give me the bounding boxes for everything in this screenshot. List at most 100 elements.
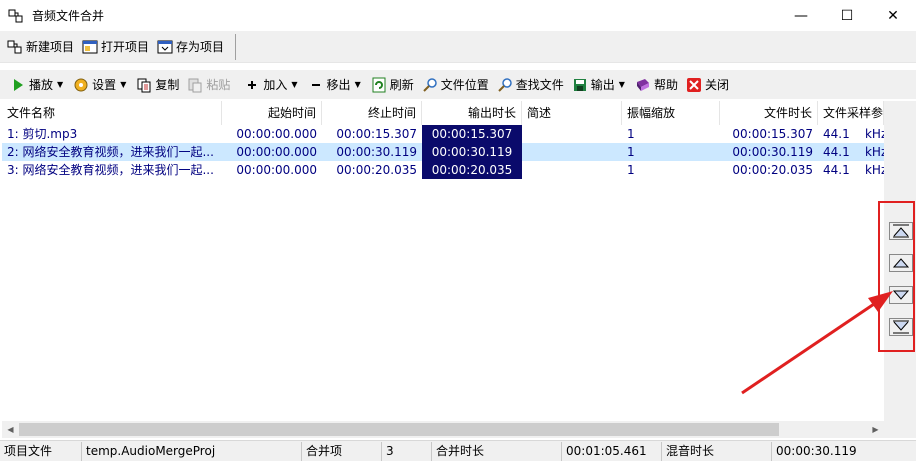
remove-dropdown-icon[interactable]: ▼ <box>355 80 361 89</box>
header-file-name[interactable]: 文件名称 <box>2 101 222 125</box>
header-start-time[interactable]: 起始时间 <box>222 101 322 125</box>
output-dropdown-icon[interactable]: ▼ <box>619 80 625 89</box>
status-project-file-label: 项目文件 <box>0 441 82 461</box>
cell-output-duration: 00:00:20.035 <box>422 161 522 179</box>
cell-start-time: 00:00:00.000 <box>236 145 317 159</box>
minus-icon <box>308 77 324 93</box>
play-button[interactable]: 播放 ▼ <box>6 73 69 97</box>
table-row[interactable]: 3: 网络安全教育视频，进来我们一起... 00:00:00.000 00:00… <box>2 161 884 179</box>
help-label: 帮助 <box>653 78 678 92</box>
find-file-button[interactable]: 查找文件 <box>493 73 568 97</box>
horizontal-scrollbar[interactable]: ◀ ▶ <box>2 421 884 438</box>
status-mix-duration-label: 混音时长 <box>662 441 772 461</box>
header-amplitude[interactable]: 振幅缩放 <box>622 101 720 125</box>
cell-description <box>522 143 622 161</box>
sample-rate-value: 44.1 <box>823 127 850 141</box>
sample-rate-unit: kHz <box>864 145 884 159</box>
help-button[interactable]: 帮助 <box>631 73 682 97</box>
header-description[interactable]: 简述 <box>522 101 622 125</box>
find-file-icon <box>497 77 513 93</box>
copy-label: 复制 <box>155 78 180 92</box>
cell-sample-rate: 44.1 kHz <box>818 143 884 161</box>
table-row[interactable]: 2: 网络安全教育视频，进来我们一起... 00:00:00.000 00:00… <box>2 143 884 161</box>
settings-icon <box>73 77 89 93</box>
main-toolbar: 播放 ▼ 设置 ▼ 复制 粘贴 加入 ▼ 移出 ▼ 刷新 文件位置 查找文件 输… <box>0 70 916 99</box>
file-location-label: 文件位置 <box>440 78 489 92</box>
file-location-button[interactable]: 文件位置 <box>418 73 493 97</box>
cell-output-duration: 00:00:30.119 <box>422 143 522 161</box>
cell-end-time: 00:00:30.119 <box>336 145 417 159</box>
settings-dropdown-icon[interactable]: ▼ <box>120 80 126 89</box>
refresh-icon <box>371 77 387 93</box>
paste-label: 粘贴 <box>206 78 231 92</box>
new-project-button[interactable]: 新建项目 <box>4 35 77 59</box>
add-dropdown-icon[interactable]: ▼ <box>291 80 297 89</box>
scrollbar-thumb[interactable] <box>19 423 779 436</box>
output-label: 输出 <box>590 78 615 92</box>
status-merge-duration-label: 合并时长 <box>432 441 562 461</box>
cell-file-name: 2: 网络安全教育视频，进来我们一起... <box>7 145 214 159</box>
add-button[interactable]: 加入 ▼ <box>240 73 303 97</box>
save-project-button[interactable]: 存为项目 <box>154 35 227 59</box>
header-end-time[interactable]: 终止时间 <box>322 101 422 125</box>
table-row[interactable]: 1: 剪切.mp3 00:00:00.000 00:00:15.307 00:0… <box>2 125 884 143</box>
file-list[interactable]: 文件名称 起始时间 终止时间 输出时长 简述 振幅缩放 文件时长 文件采样参 1… <box>2 101 884 421</box>
remove-label: 移出 <box>326 78 351 92</box>
remove-button[interactable]: 移出 ▼ <box>304 73 367 97</box>
minimize-button[interactable]: — <box>778 0 824 31</box>
project-toolbar: 新建项目 打开项目 存为项目 <box>0 31 916 63</box>
save-project-icon <box>157 39 173 55</box>
play-dropdown-icon[interactable]: ▼ <box>57 80 63 89</box>
highlight-box <box>878 201 915 352</box>
refresh-label: 刷新 <box>389 78 414 92</box>
help-book-icon <box>635 77 651 93</box>
close-button[interactable]: 关闭 <box>682 73 733 97</box>
new-project-label: 新建项目 <box>26 40 75 54</box>
header-output-duration[interactable]: 输出时长 <box>422 101 522 125</box>
cell-amplitude: 1 <box>627 145 635 159</box>
maximize-button[interactable]: ☐ <box>824 0 870 31</box>
new-project-icon <box>7 39 23 55</box>
copy-button[interactable]: 复制 <box>132 73 183 97</box>
cell-file-name: 1: 剪切.mp3 <box>7 127 78 141</box>
paste-button[interactable]: 粘贴 <box>183 73 234 97</box>
settings-button[interactable]: 设置 ▼ <box>69 73 132 97</box>
paste-icon <box>187 77 203 93</box>
plus-icon <box>244 77 260 93</box>
open-project-icon <box>82 39 98 55</box>
cell-output-duration: 00:00:15.307 <box>422 125 522 143</box>
save-disk-icon <box>572 77 588 93</box>
open-project-button[interactable]: 打开项目 <box>79 35 152 59</box>
status-project-file-value: temp.AudioMergeProj <box>82 441 302 461</box>
scroll-right-icon[interactable]: ▶ <box>867 421 884 438</box>
play-label: 播放 <box>29 78 54 92</box>
cell-amplitude: 1 <box>627 163 635 177</box>
close-window-button[interactable]: ✕ <box>870 0 916 31</box>
status-merge-duration-value: 00:01:05.461 <box>562 441 662 461</box>
header-sample-rate[interactable]: 文件采样参 <box>818 101 884 125</box>
sample-rate-unit: kHz <box>864 163 884 177</box>
cell-sample-rate: 44.1 kHz <box>818 125 884 143</box>
status-bar: 项目文件 temp.AudioMergeProj 合并项 3 合并时长 00:0… <box>0 440 916 461</box>
status-merge-items-value: 3 <box>382 441 432 461</box>
cell-file-duration: 00:00:20.035 <box>732 163 813 177</box>
header-file-duration[interactable]: 文件时长 <box>720 101 818 125</box>
sample-rate-unit: kHz <box>864 127 884 141</box>
open-project-label: 打开项目 <box>101 40 150 54</box>
close-label: 关闭 <box>704 78 729 92</box>
list-header: 文件名称 起始时间 终止时间 输出时长 简述 振幅缩放 文件时长 文件采样参 <box>2 101 884 125</box>
save-project-label: 存为项目 <box>176 40 225 54</box>
cell-file-duration: 00:00:30.119 <box>732 145 813 159</box>
status-merge-items-label: 合并项 <box>302 441 382 461</box>
cell-start-time: 00:00:00.000 <box>236 163 317 177</box>
refresh-button[interactable]: 刷新 <box>367 73 418 97</box>
cell-start-time: 00:00:00.000 <box>236 127 317 141</box>
cell-description <box>522 125 622 143</box>
cell-end-time: 00:00:15.307 <box>336 127 417 141</box>
toolbar-separator <box>235 33 237 60</box>
close-red-icon <box>686 77 702 93</box>
output-button[interactable]: 输出 ▼ <box>568 73 631 97</box>
find-file-label: 查找文件 <box>515 78 564 92</box>
scroll-left-icon[interactable]: ◀ <box>2 421 19 438</box>
cell-description <box>522 161 622 179</box>
